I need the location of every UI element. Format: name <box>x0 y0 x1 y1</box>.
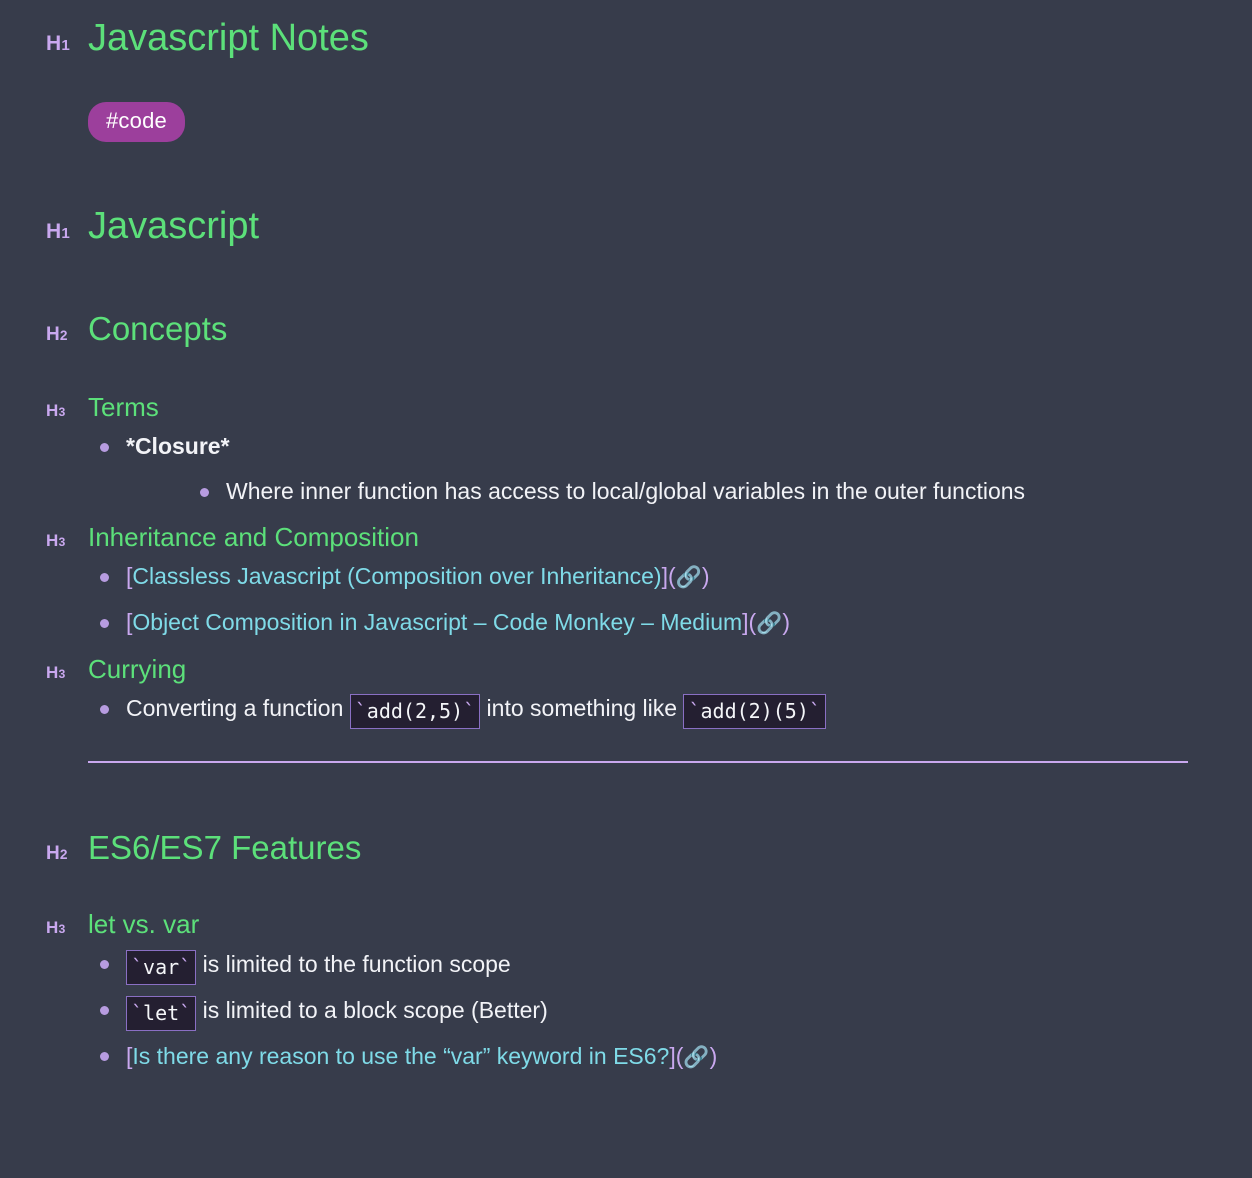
code-span-var: `var` <box>126 950 197 985</box>
heading-level-marker-h3: H3 <box>46 531 66 550</box>
code-span-add-2-5: `add(2,5)` <box>349 694 481 729</box>
heading-level-marker-h1: H1 <box>46 32 70 55</box>
list-item: [Classless Javascript (Composition over … <box>88 554 1252 600</box>
section-heading-terms-text: Terms <box>88 392 159 422</box>
link-close-bracket: ]( <box>742 609 757 635</box>
let-description: is limited to a block scope (Better) <box>196 997 548 1023</box>
list-item: Where inner function has access to local… <box>188 469 1252 514</box>
list-item: *Closure* Where inner function has acces… <box>88 424 1252 514</box>
list-item: Converting a function `add(2,5)` into so… <box>88 686 1252 731</box>
section-heading-concepts: H2 Concepts <box>46 310 1252 348</box>
let-vs-var-list: `var` is limited to the function scope `… <box>88 941 1252 1080</box>
currying-list: Converting a function `add(2,5)` into so… <box>88 686 1252 731</box>
section-heading-let-vs-var-text: let vs. var <box>88 909 200 939</box>
list-item: `let` is limited to a block scope (Bette… <box>88 987 1252 1033</box>
section-heading-es6-text: ES6/ES7 Features <box>88 829 362 866</box>
list-item: `var` is limited to the function scope <box>88 941 1252 987</box>
page-title: H1 Javascript Notes <box>46 0 1252 60</box>
code-span-add-2-5-curried: `add(2)(5)` <box>683 694 826 729</box>
section-heading-javascript: H1 Javascript <box>46 204 1252 248</box>
section-heading-inheritance-text: Inheritance and Composition <box>88 522 419 552</box>
link-text-classless-javascript[interactable]: Classless Javascript (Composition over I… <box>132 563 661 589</box>
terms-sublist: Where inner function has access to local… <box>188 469 1252 514</box>
heading-level-marker-h3: H3 <box>46 663 66 682</box>
note-page: H1 Javascript Notes #code H1 Javascript … <box>0 0 1252 1178</box>
code-span-let: `let` <box>126 996 197 1031</box>
heading-level-marker-h2: H2 <box>46 843 68 864</box>
link-close-paren: ) <box>782 609 791 635</box>
terms-list: *Closure* Where inner function has acces… <box>88 424 1252 514</box>
heading-level-marker-h3: H3 <box>46 401 66 420</box>
list-item: [Object Composition in Javascript – Code… <box>88 600 1252 646</box>
closure-label: *Closure* <box>126 433 230 459</box>
link-text-object-composition[interactable]: Object Composition in Javascript – Code … <box>132 609 742 635</box>
heading-level-marker-h1: H1 <box>46 220 70 243</box>
closure-description: Where inner function has access to local… <box>226 478 1026 504</box>
section-heading-es6: H2 ES6/ES7 Features <box>46 829 1252 867</box>
section-heading-let-vs-var: H3 let vs. var <box>46 909 1252 939</box>
link-icon: 🔗 <box>756 611 783 635</box>
heading-level-marker-h2: H2 <box>46 324 68 345</box>
section-heading-terms: H3 Terms <box>46 392 1252 422</box>
tag-row: #code <box>88 102 1252 142</box>
list-item: [Is there any reason to use the “var” ke… <box>88 1033 1252 1080</box>
heading-level-marker-h3: H3 <box>46 918 66 937</box>
horizontal-rule <box>88 761 1188 763</box>
section-heading-javascript-text: Javascript <box>88 205 260 247</box>
link-close-bracket: ]( <box>661 563 676 589</box>
link-icon: 🔗 <box>675 565 702 589</box>
currying-text-before: Converting a function <box>126 695 350 721</box>
inheritance-links-list: [Classless Javascript (Composition over … <box>88 554 1252 646</box>
link-icon: 🔗 <box>683 1045 710 1069</box>
section-heading-currying-text: Currying <box>88 654 187 684</box>
link-close-paren: ) <box>709 1043 718 1069</box>
page-title-text: Javascript Notes <box>88 17 369 59</box>
tag-code[interactable]: #code <box>88 102 185 142</box>
link-text-var-keyword-es6[interactable]: Is there any reason to use the “var” key… <box>132 1043 669 1069</box>
section-heading-concepts-text: Concepts <box>88 310 228 347</box>
section-heading-currying: H3 Currying <box>46 654 1252 684</box>
section-heading-inheritance: H3 Inheritance and Composition <box>46 522 1252 552</box>
link-close-paren: ) <box>701 563 710 589</box>
var-description: is limited to the function scope <box>196 951 511 977</box>
currying-text-middle: into something like <box>480 695 684 721</box>
link-close-bracket: ]( <box>669 1043 684 1069</box>
